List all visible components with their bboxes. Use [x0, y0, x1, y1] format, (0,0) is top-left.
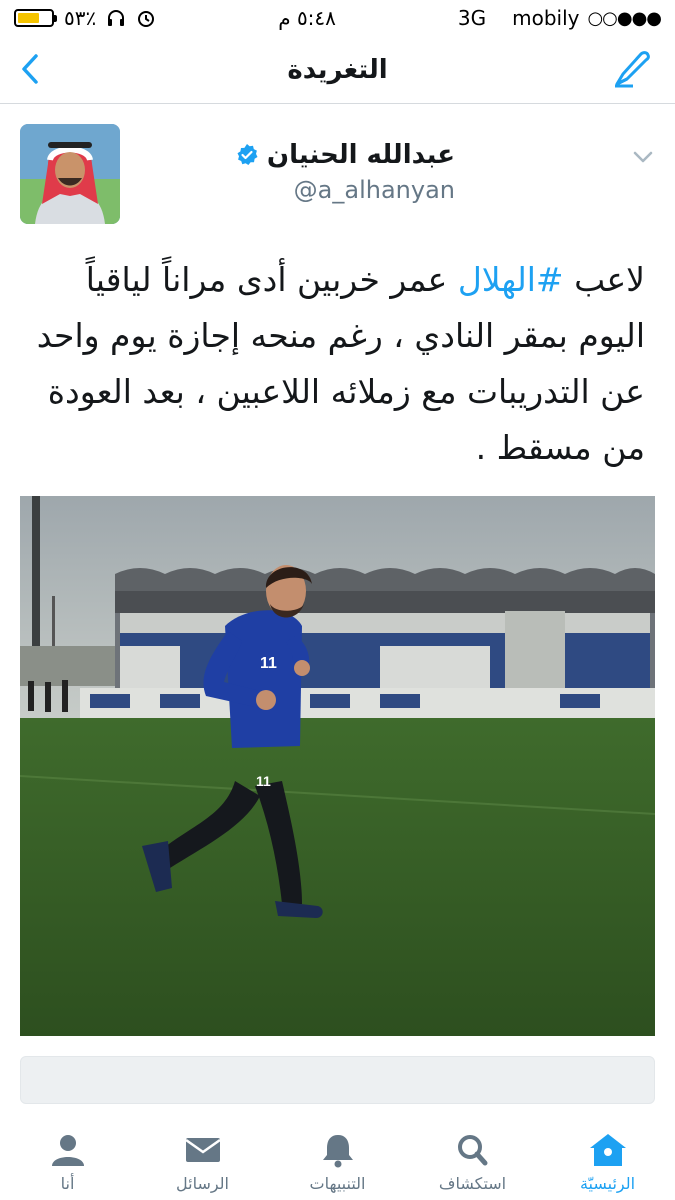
hashtag-link[interactable]: #الهلال [458, 260, 564, 299]
tab-home[interactable]: الرئيسيّة [540, 1122, 675, 1200]
reply-input[interactable] [20, 1056, 655, 1104]
tweet-photo-image: 11 11 [20, 496, 655, 1036]
tweet-text-start: لاعب [563, 260, 645, 299]
tab-messages[interactable]: الرسائل [135, 1122, 270, 1200]
tweet-author[interactable]: عبدالله الحنيان @a_alhanyan [125, 140, 455, 204]
user-handle: @a_alhanyan [293, 176, 455, 204]
tweet-photo[interactable]: 11 11 [20, 496, 655, 1036]
search-icon [457, 1135, 487, 1166]
avatar-image [20, 124, 120, 224]
compose-icon [615, 51, 650, 88]
back-button[interactable] [16, 50, 44, 88]
page-title: التغريدة [287, 54, 388, 85]
status-bar: ٥٣٪ ٥:٤٨ م 3G mobily ○○●●● [0, 0, 675, 36]
status-left: ٥٣٪ [14, 6, 156, 30]
verified-badge-icon [237, 144, 258, 165]
tab-messages-label: الرسائل [176, 1174, 229, 1193]
tab-explore-label: استكشاف [438, 1174, 507, 1193]
headphones-icon [108, 10, 125, 26]
tweet-text: لاعب #الهلال عمر خربين أدى مراناً لياقيا… [30, 252, 645, 476]
jersey-number: 11 [260, 655, 277, 672]
chevron-left-icon [22, 54, 38, 84]
envelope-icon [184, 1138, 221, 1162]
battery-percent: ٥٣٪ [64, 6, 97, 30]
tab-explore[interactable]: استكشاف [405, 1122, 540, 1200]
shorts-number: 11 [256, 773, 271, 789]
nav-bar: التغريدة [0, 36, 675, 104]
avatar[interactable] [20, 124, 120, 224]
display-name-row: عبدالله الحنيان [125, 140, 455, 170]
bell-icon [322, 1135, 353, 1168]
home-icon [589, 1134, 626, 1166]
signal-icon: ○○●●● [587, 7, 662, 29]
tab-profile[interactable]: أنا [0, 1122, 135, 1200]
carrier-name: mobily [512, 6, 580, 30]
display-name: عبدالله الحنيان [266, 140, 455, 170]
status-time: ٥:٤٨ م [278, 6, 336, 30]
tab-home-label: الرئيسيّة [579, 1174, 636, 1193]
alarm-icon [138, 11, 155, 27]
tab-notifications[interactable]: التنبيهات [270, 1122, 405, 1200]
network-type: 3G [457, 6, 487, 30]
status-right: 3G mobily ○○●●● [457, 6, 662, 30]
tab-bar: الرئيسيّة استكشاف التنبيهات الرسائل أنا [0, 1122, 675, 1200]
tab-notifications-label: التنبيهات [309, 1174, 366, 1193]
tab-profile-label: أنا [60, 1174, 75, 1193]
profile-icon [51, 1135, 84, 1166]
chevron-down-icon[interactable] [632, 150, 654, 164]
battery-icon [14, 9, 57, 27]
compose-tweet-button[interactable] [613, 48, 653, 88]
